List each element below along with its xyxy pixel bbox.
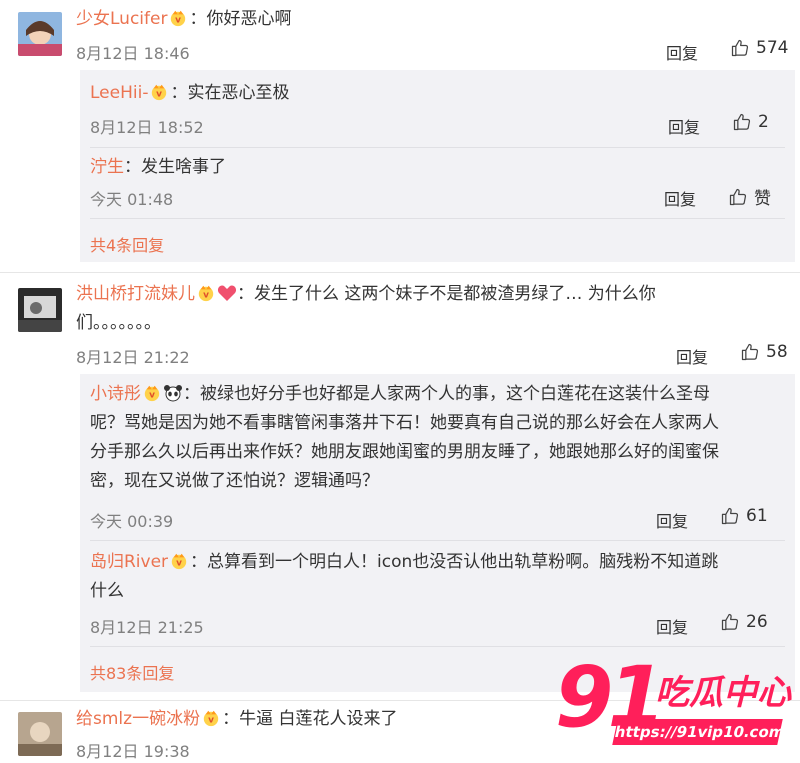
watermark-logo: 91 吃瓜中心 https://91vip10.com <box>555 655 795 755</box>
vip-badge-icon <box>169 9 187 27</box>
panda-icon <box>164 385 182 402</box>
like-button[interactable]: 赞 <box>728 184 771 209</box>
divider <box>90 540 785 541</box>
divider <box>90 646 785 647</box>
thumbs-up-icon <box>740 342 760 362</box>
timestamp: 8月12日 19:38 <box>76 742 190 761</box>
timestamp: 8月12日 18:46 <box>76 44 190 63</box>
more-replies-link[interactable]: 共4条回复 <box>90 232 164 256</box>
like-button[interactable]: 2 <box>732 112 769 132</box>
thumbs-up-icon <box>732 112 752 132</box>
watermark-brand: 吃瓜中心 <box>655 673 791 713</box>
timestamp: 今天 01:48 <box>90 190 174 209</box>
thumbs-up-icon <box>720 612 740 632</box>
username[interactable]: LeeHii- <box>90 83 148 103</box>
comment-text: 洪山桥打流妹儿 ：发生了什么 这两个妹子不是都被渣男绿了… 为什么你 们。。。。。… <box>76 284 656 333</box>
timestamp: 今天 00:39 <box>90 512 174 531</box>
like-button[interactable]: 26 <box>720 612 768 632</box>
like-count: 61 <box>746 506 768 526</box>
reply-button[interactable]: 回复 <box>664 186 696 210</box>
reply-button[interactable]: 回复 <box>666 40 698 64</box>
username[interactable]: 岛归River <box>90 552 168 572</box>
vip-badge-icon <box>143 384 161 402</box>
heart-icon <box>217 285 237 301</box>
avatar[interactable] <box>18 12 62 56</box>
like-button[interactable]: 61 <box>720 506 768 526</box>
timestamp: 8月12日 21:25 <box>90 618 204 637</box>
thumbs-up-icon <box>720 506 740 526</box>
like-button[interactable]: 574 <box>730 38 788 58</box>
vip-badge-icon <box>170 552 188 570</box>
vip-badge-icon <box>197 284 215 302</box>
avatar[interactable] <box>18 288 62 332</box>
like-count: 26 <box>746 612 768 632</box>
reply-button[interactable]: 回复 <box>656 508 688 532</box>
divider <box>90 218 785 219</box>
divider <box>90 147 785 148</box>
like-button[interactable]: 58 <box>740 342 788 362</box>
avatar[interactable] <box>18 712 62 756</box>
divider <box>0 272 800 273</box>
like-count: 2 <box>758 112 769 132</box>
vip-badge-icon <box>150 83 168 101</box>
like-count: 赞 <box>754 189 771 209</box>
reply-button[interactable]: 回复 <box>668 114 700 138</box>
comment-text: 给smlz一碗冰粉 ：牛逼 白莲花人设来了 <box>76 709 398 729</box>
comment-text: 少女Lucifer ：你好恶心啊 <box>76 9 292 29</box>
reply-text: LeeHii- ：实在恶心至极 <box>90 83 290 103</box>
vip-badge-icon <box>202 709 220 727</box>
username[interactable]: 洪山桥打流妹儿 <box>76 284 195 304</box>
thumbs-up-icon <box>730 38 750 58</box>
watermark-url: https://91vip10.com <box>612 719 786 745</box>
username[interactable]: 小诗彤 <box>90 384 141 404</box>
more-replies-link[interactable]: 共83条回复 <box>90 660 174 684</box>
timestamp: 8月12日 21:22 <box>76 348 190 367</box>
like-count: 574 <box>756 38 789 58</box>
reply-text: 岛归River ：总算看到一个明白人！icon也没否认他出轨草粉啊。脑残粉不知道跳… <box>90 552 719 601</box>
replies-panel: LeeHii- ：实在恶心至极 8月12日 18:52 回复 2 泞生：发生啥事了… <box>80 70 795 262</box>
timestamp: 8月12日 18:52 <box>90 118 204 137</box>
replies-panel: 小诗彤 ：被绿也好分手也好都是人家两个人的事，这个白莲花在这装什么圣母 呢？骂她是… <box>80 374 795 692</box>
reply-text: 小诗彤 ：被绿也好分手也好都是人家两个人的事，这个白莲花在这装什么圣母 呢？骂她是… <box>90 384 719 491</box>
username[interactable]: 泞生 <box>90 157 124 177</box>
thumbs-up-icon <box>728 187 748 207</box>
reply-text: 泞生：发生啥事了 <box>90 157 226 177</box>
reply-button[interactable]: 回复 <box>676 344 708 368</box>
username[interactable]: 少女Lucifer <box>76 9 167 29</box>
like-count: 58 <box>766 342 788 362</box>
username[interactable]: 给smlz一碗冰粉 <box>76 709 200 729</box>
reply-button[interactable]: 回复 <box>656 614 688 638</box>
